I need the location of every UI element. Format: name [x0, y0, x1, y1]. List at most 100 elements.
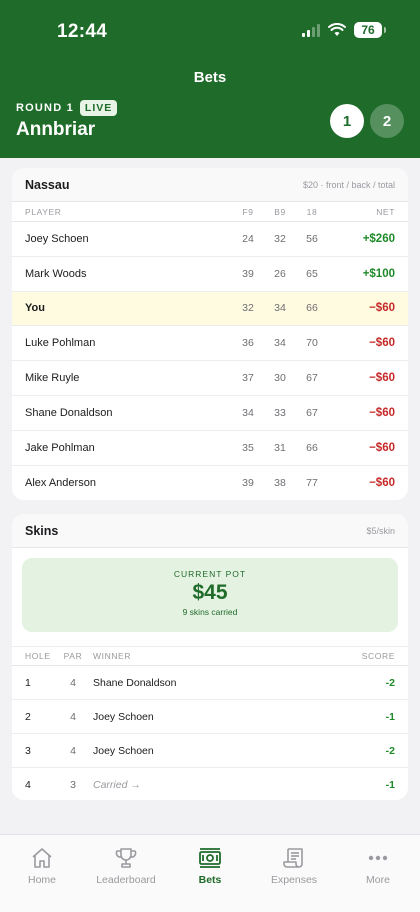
back-nine-score: 33 [274, 406, 286, 419]
skins-rows: 1 4 Shane Donaldson -2 2 4 Joey Schoen -1 3 4 Joey… [12, 666, 408, 800]
front-nine-score: 39 [242, 476, 254, 489]
table-row[interactable]: Luke Pohlman 36 34 70 −$60 [12, 326, 408, 362]
skins-table-header: HOLE PAR WINNER SCORE [12, 646, 408, 666]
front-nine-score: 37 [242, 372, 254, 385]
tab-label-more: More [366, 874, 390, 886]
course-name: Annbriar [16, 119, 96, 140]
nassau-meta: $20 · front / back / total [302, 179, 395, 190]
tab-leaderboard[interactable]: Leaderboard [84, 835, 168, 912]
player-name: Mike Ruyle [25, 372, 80, 385]
skins-row[interactable]: 1 4 Shane Donaldson -2 [12, 666, 408, 700]
round-number-label: ROUND 1 [16, 102, 74, 114]
player-name: Joey Schoen [25, 232, 89, 245]
table-row[interactable]: Shane Donaldson 34 33 67 −$60 [12, 396, 408, 431]
table-row[interactable]: Mark Woods 39 26 65 +$100 [12, 257, 408, 292]
more-icon [368, 855, 388, 861]
net-amount: −$60 [369, 372, 395, 385]
col-18: 18 [306, 206, 318, 217]
player-name: Luke Pohlman [25, 337, 96, 350]
tab-home[interactable]: Home [0, 835, 84, 912]
nassau-table-header: PLAYER F9 B9 18 NET [12, 202, 408, 222]
trophy-icon [115, 848, 137, 868]
skin-score: -1 [385, 779, 395, 791]
col-winner: WINNER [93, 651, 132, 661]
skins-row[interactable]: 4 3 Carried → -1 [12, 768, 408, 800]
net-amount: +$100 [362, 267, 395, 280]
col-hole: HOLE [25, 651, 51, 661]
tab-label-leaderboard: Leaderboard [96, 874, 156, 886]
table-row[interactable]: Alex Anderson 39 38 77 −$60 [12, 466, 408, 500]
round-2-button[interactable]: 2 [370, 104, 404, 138]
skins-card: Skins $5/skin CURRENT POT $45 9 skins ca… [12, 514, 408, 800]
front-nine-score: 35 [242, 441, 254, 454]
live-badge: LIVE [79, 100, 118, 116]
total-score: 65 [306, 267, 318, 280]
receipt-icon [283, 848, 303, 868]
wifi-icon [328, 23, 346, 36]
col-f9: F9 [242, 206, 254, 217]
skin-winner: Shane Donaldson [93, 676, 177, 689]
skin-winner: Carried → [93, 779, 141, 791]
status-icons: 76 [302, 22, 386, 38]
total-score: 67 [306, 406, 318, 419]
tab-label-home: Home [27, 874, 56, 886]
hole-par: 4 [70, 676, 76, 689]
back-nine-score: 30 [274, 372, 286, 385]
front-nine-score: 39 [242, 267, 254, 280]
hole-number: 4 [25, 779, 31, 791]
skin-score: -2 [385, 744, 395, 757]
skins-header: Skins $5/skin [12, 514, 408, 548]
front-nine-score: 34 [242, 406, 254, 419]
player-name: Mark Woods [25, 267, 87, 280]
total-score: 66 [306, 441, 318, 454]
player-name: You [25, 302, 45, 315]
tab-expenses[interactable]: Expenses [252, 835, 336, 912]
col-par: PAR [63, 651, 83, 661]
skins-row[interactable]: 3 4 Joey Schoen -2 [12, 734, 408, 768]
total-score: 56 [306, 232, 318, 245]
nassau-rows: Joey Schoen 24 32 56 +$260 Mark Woods 39 26 65 +$… [12, 222, 408, 500]
cash-icon [199, 848, 221, 868]
home-icon [32, 848, 52, 868]
hole-number: 2 [25, 710, 31, 723]
col-player: PLAYER [25, 206, 62, 217]
table-row[interactable]: Joey Schoen 24 32 56 +$260 [12, 222, 408, 257]
skin-winner: Joey Schoen [93, 710, 154, 723]
hole-number: 1 [25, 676, 31, 689]
hole-par: 4 [70, 710, 76, 723]
player-name: Shane Donaldson [25, 406, 113, 419]
skins-meta: $5/skin [366, 525, 395, 536]
hole-par: 4 [70, 744, 76, 757]
nassau-card: Nassau $20 · front / back / total PLAYER… [12, 168, 408, 500]
back-nine-score: 31 [274, 441, 286, 454]
page-title: Bets [193, 69, 227, 86]
net-amount: +$260 [362, 232, 395, 245]
hole-par: 3 [70, 779, 76, 791]
skin-winner: Joey Schoen [93, 744, 154, 757]
cellular-signal-icon [302, 23, 320, 37]
back-nine-score: 26 [274, 267, 286, 280]
nassau-title: Nassau [25, 177, 70, 192]
table-row[interactable]: Mike Ruyle 37 30 67 −$60 [12, 361, 408, 396]
total-score: 77 [306, 476, 318, 489]
table-row[interactable]: Jake Pohlman 35 31 66 −$60 [12, 431, 408, 466]
net-amount: −$60 [369, 302, 395, 315]
skins-title: Skins [25, 523, 59, 538]
tab-more[interactable]: More [336, 835, 420, 912]
table-row-you[interactable]: You 32 34 66 −$60 [12, 291, 408, 327]
battery-icon: 76 [354, 22, 386, 38]
status-bar: 12:44 76 [0, 0, 420, 62]
pot-subtitle: 9 skins carried [182, 607, 238, 617]
pot-amount: $45 [192, 581, 228, 604]
back-nine-score: 34 [274, 302, 286, 315]
tab-bets[interactable]: Bets [168, 835, 252, 912]
skins-row[interactable]: 2 4 Joey Schoen -1 [12, 700, 408, 734]
front-nine-score: 36 [242, 337, 254, 350]
tab-label-bets: Bets [198, 874, 222, 886]
player-name: Alex Anderson [25, 476, 96, 489]
total-score: 67 [306, 372, 318, 385]
status-time: 12:44 [57, 21, 108, 42]
col-b9: B9 [274, 206, 286, 217]
round-1-button[interactable]: 1 [330, 104, 364, 138]
front-nine-score: 24 [242, 232, 254, 245]
